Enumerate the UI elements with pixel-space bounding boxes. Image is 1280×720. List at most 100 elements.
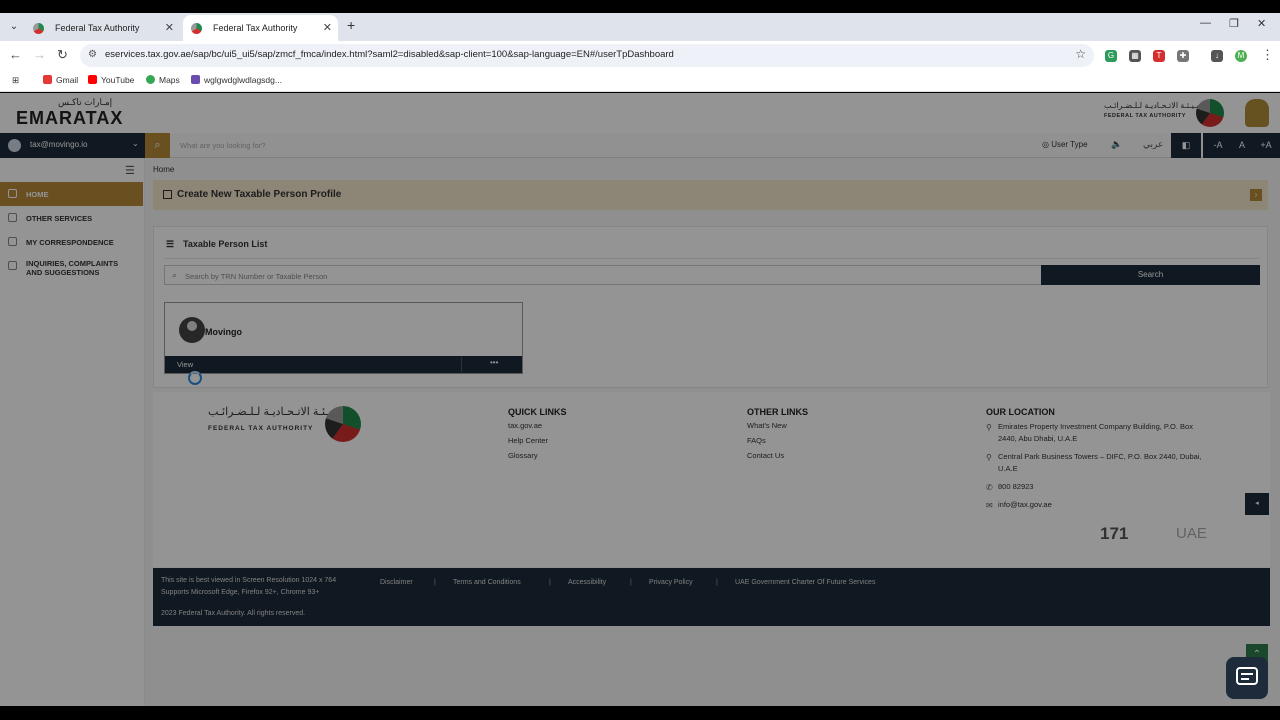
- uae-emblem-icon: [1245, 99, 1269, 127]
- sidebar-item-other-services[interactable]: OTHER SERVICES: [0, 206, 143, 230]
- forward-icon[interactable]: →: [33, 47, 46, 62]
- site-footer: الـهـيـئـة الاتـحـاديـة لـلـضـرائـب FEDE…: [153, 392, 1270, 567]
- chat-icon[interactable]: [1226, 657, 1268, 699]
- link-terms[interactable]: Terms and Conditions: [453, 579, 521, 586]
- inquiries-icon: [8, 261, 17, 270]
- user-menu[interactable]: tax@movingo.io ⌄: [0, 133, 145, 158]
- link-accessibility[interactable]: Accessibility: [568, 579, 606, 586]
- browser-tab-1[interactable]: Federal Tax Authority ✕: [25, 15, 180, 41]
- browser-tab-strip: ⌄ Federal Tax Authority ✕ Federal Tax Au…: [0, 13, 1280, 41]
- tab-title: Federal Tax Authority: [55, 23, 140, 33]
- reload-icon[interactable]: ↻: [57, 47, 68, 63]
- email-icon: ✉: [986, 501, 993, 510]
- emaratax-logo[interactable]: EMARATAX: [16, 108, 123, 129]
- close-window-icon[interactable]: ✕: [1257, 17, 1266, 30]
- user-avatar-icon: [8, 139, 21, 152]
- loading-spinner-icon: [188, 371, 202, 385]
- tab-search-icon[interactable]: ⌄: [6, 19, 22, 35]
- sidebar-item-my-correspondence[interactable]: MY CORRESPONDENCE: [0, 230, 143, 254]
- resolution-note: This site is best viewed in Screen Resol…: [161, 577, 337, 584]
- address-text: Central Park Business Towers – DIFC, P.O…: [998, 452, 1202, 473]
- download-icon[interactable]: ↓: [1211, 50, 1223, 62]
- bookmark-maps[interactable]: Maps: [146, 75, 180, 85]
- bookmark-custom[interactable]: wglgwdglwdlagsdg...: [191, 75, 282, 85]
- font-increase-button[interactable]: +A: [1251, 133, 1280, 158]
- emaratax-page: إمـارات تاكـس EMARATAX الـهـيـئـة الاتـح…: [0, 93, 1280, 706]
- back-icon[interactable]: ←: [9, 47, 22, 62]
- browser-menu-icon[interactable]: ⋮: [1261, 47, 1274, 63]
- search-icon: ⌕: [172, 270, 178, 280]
- link-tax-gov[interactable]: tax.gov.ae: [508, 421, 542, 430]
- speaker-icon[interactable]: 🔈: [1111, 139, 1122, 150]
- breadcrumb[interactable]: Home: [153, 165, 174, 174]
- more-options-button[interactable]: •••: [490, 358, 498, 367]
- contrast-icon[interactable]: ◧: [1171, 133, 1201, 158]
- site-search-input[interactable]: What are you looking for?: [180, 141, 265, 150]
- apps-grid-icon[interactable]: ⊞: [12, 75, 19, 86]
- extension-icon[interactable]: ▦: [1129, 50, 1141, 62]
- extension-tp-icon[interactable]: T: [1153, 50, 1165, 62]
- bookmarks-bar: ⊞ Gmail YouTube Maps wglgwdglwdlagsdg...: [0, 70, 1280, 92]
- footer-bottom-bar: This site is best viewed in Screen Resol…: [153, 568, 1270, 626]
- minimize-icon[interactable]: —: [1200, 17, 1211, 29]
- home-icon: [8, 189, 17, 198]
- close-tab-icon[interactable]: ✕: [165, 15, 174, 41]
- extension-grammarly-icon[interactable]: G: [1105, 50, 1117, 62]
- taxable-person-card[interactable]: Movingo View •••: [164, 302, 523, 374]
- divider: |: [716, 579, 718, 586]
- sidebar-item-label: OTHER SERVICES: [26, 213, 93, 223]
- create-profile-bar[interactable]: Create New Taxable Person Profile ›: [153, 180, 1268, 210]
- taxable-person-list-panel: ☰ Taxable Person List ⌕ Search by TRN Num…: [153, 226, 1268, 388]
- email-text: info@tax.gov.ae: [998, 500, 1052, 509]
- emaratax-logo-arabic: إمـارات تاكـس: [58, 97, 113, 107]
- browser-tab-2[interactable]: Federal Tax Authority ✕: [183, 15, 338, 41]
- bookmark-youtube[interactable]: YouTube: [88, 75, 134, 85]
- divider: |: [549, 579, 551, 586]
- link-whats-new[interactable]: What's New: [747, 421, 787, 430]
- view-button[interactable]: View: [177, 360, 193, 369]
- arabic-language-toggle[interactable]: عربي: [1143, 139, 1163, 150]
- url-text: eservices.tax.gov.ae/sap/bc/ui5_ui5/sap/…: [105, 49, 674, 60]
- link-glossary[interactable]: Glossary: [508, 451, 538, 460]
- email-link[interactable]: ✉ info@tax.gov.ae: [986, 499, 1206, 511]
- phone-number[interactable]: ✆ 800 82923: [986, 481, 1206, 493]
- chevron-right-icon[interactable]: ›: [1250, 189, 1262, 201]
- link-privacy-policy[interactable]: Privacy Policy: [649, 579, 693, 586]
- fta-logo-icon: [325, 406, 361, 442]
- url-field[interactable]: ⚙ eservices.tax.gov.ae/sap/bc/ui5_ui5/sa…: [80, 44, 1094, 67]
- floating-side-tab[interactable]: ◂: [1245, 493, 1269, 515]
- quick-links-heading: QUICK LINKS: [508, 407, 567, 417]
- new-tab-icon[interactable]: +: [347, 17, 355, 33]
- bookmark-gmail[interactable]: Gmail: [43, 75, 78, 85]
- list-title-text: Taxable Person List: [183, 239, 268, 249]
- link-faqs[interactable]: FAQs: [747, 436, 766, 445]
- search-button[interactable]: Search: [1041, 265, 1260, 285]
- site-info-icon[interactable]: ⚙: [88, 49, 97, 60]
- bookmark-star-icon[interactable]: ☆: [1075, 47, 1086, 61]
- link-contact-us[interactable]: Contact Us: [747, 451, 784, 460]
- link-disclaimer[interactable]: Disclaimer: [380, 579, 413, 586]
- link-government-charter[interactable]: UAE Government Charter Of Future Service…: [735, 579, 875, 586]
- link-help-center[interactable]: Help Center: [508, 436, 548, 445]
- bookmark-label: Gmail: [56, 75, 79, 85]
- restore-icon[interactable]: ❐: [1229, 17, 1239, 30]
- tamasul-171-logo: 171: [1100, 524, 1129, 543]
- chat-line-shape: [1241, 673, 1253, 675]
- sidebar-item-inquiries[interactable]: INQUIRIES, COMPLAINTS AND SUGGESTIONS: [0, 254, 143, 282]
- divider: |: [630, 579, 632, 586]
- screen: ⌄ Federal Tax Authority ✕ Federal Tax Au…: [0, 0, 1280, 720]
- youtube-icon: [88, 75, 97, 84]
- close-tab-icon[interactable]: ✕: [323, 15, 332, 41]
- extensions-puzzle-icon[interactable]: ✚: [1177, 50, 1189, 62]
- copyright: 2023 Federal Tax Authority. All rights r…: [161, 610, 306, 617]
- trn-search-input[interactable]: ⌕ Search by TRN Number or Taxable Person: [164, 265, 1042, 285]
- sidebar-item-home[interactable]: HOME: [0, 182, 143, 206]
- profile-avatar[interactable]: M: [1235, 50, 1247, 62]
- site-header: إمـارات تاكـس EMARATAX الـهـيـئـة الاتـح…: [0, 93, 1280, 133]
- search-icon[interactable]: ⌕: [145, 133, 170, 158]
- hamburger-menu-icon[interactable]: ☰: [125, 164, 135, 177]
- fta-favicon-icon: [191, 23, 202, 34]
- chat-bubble-shape: [1236, 667, 1258, 685]
- user-type-selector[interactable]: ◎ User Type: [1042, 140, 1088, 149]
- sidebar: ☰ HOME OTHER SERVICES MY CORRESPONDENCE …: [0, 158, 145, 706]
